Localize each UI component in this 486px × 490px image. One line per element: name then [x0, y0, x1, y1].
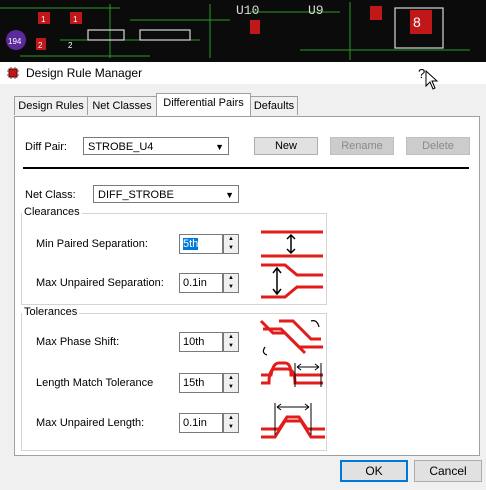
arrow-up-icon[interactable]: ▲ — [224, 274, 238, 283]
max-unpaired-length-input[interactable]: 0.1in — [179, 413, 223, 433]
diff-pair-select[interactable]: STROBE_U4 ▼ — [83, 137, 229, 155]
chevron-down-icon: ▼ — [215, 142, 224, 152]
length-match-tolerance-diagram-icon — [261, 361, 323, 387]
spinner-arrows[interactable]: ▲ ▼ — [223, 373, 239, 393]
max-unpaired-separation-diagram-icon — [261, 263, 323, 299]
pcb-pad-2a: 2 — [38, 41, 43, 50]
new-button[interactable]: New — [254, 137, 318, 155]
differential-pairs-panel: Diff Pair: STROBE_U4 ▼ New Rename Delete… — [14, 116, 480, 456]
min-paired-separation-spinner[interactable]: 5th ▲ ▼ — [179, 234, 241, 254]
tab-defaults[interactable]: Defaults — [250, 96, 298, 115]
max-unpaired-length-diagram-icon — [261, 403, 325, 439]
tolerances-title: Tolerances — [22, 306, 80, 318]
min-paired-separation-diagram-icon — [261, 230, 323, 258]
min-paired-separation-label: Min Paired Separation: — [36, 238, 148, 250]
arrow-down-icon[interactable]: ▼ — [224, 283, 238, 292]
window-title: Design Rule Manager — [26, 66, 143, 80]
clearances-title: Clearances — [22, 206, 82, 218]
diff-pair-label: Diff Pair: — [25, 141, 67, 153]
spinner-arrows[interactable]: ▲ ▼ — [223, 234, 239, 254]
max-unpaired-length-spinner[interactable]: 0.1in ▲ ▼ — [179, 413, 241, 433]
max-unpaired-separation-spinner[interactable]: 0.1in ▲ ▼ — [179, 273, 241, 293]
arrow-down-icon[interactable]: ▼ — [224, 342, 238, 351]
max-phase-shift-diagram-icon — [259, 319, 323, 356]
min-paired-separation-input[interactable]: 5th — [179, 234, 223, 254]
pcb-pad-1a: 1 — [41, 15, 46, 24]
tab-design-rules[interactable]: Design Rules — [14, 96, 88, 115]
tab-net-classes[interactable]: Net Classes — [87, 96, 157, 115]
arrow-down-icon[interactable]: ▼ — [224, 383, 238, 392]
net-class-label: Net Class: — [25, 189, 76, 201]
pcb-label-u10: U10 — [236, 3, 259, 18]
pcb-pad-1b: 1 — [73, 15, 78, 24]
title-bar[interactable]: Design Rule Manager ? — [0, 62, 486, 90]
pcb-label-8: 8 — [413, 14, 421, 30]
max-unpaired-length-label: Max Unpaired Length: — [36, 417, 145, 429]
length-match-tolerance-spinner[interactable]: 15th ▲ ▼ — [179, 373, 241, 393]
arrow-up-icon[interactable]: ▲ — [224, 235, 238, 244]
spinner-arrows[interactable]: ▲ ▼ — [223, 413, 239, 433]
spinner-arrows[interactable]: ▲ ▼ — [223, 332, 239, 352]
arrow-down-icon[interactable]: ▼ — [224, 423, 238, 432]
arrow-up-icon[interactable]: ▲ — [224, 374, 238, 383]
pcb-label-194: 194 — [8, 37, 22, 46]
length-match-tolerance-input[interactable]: 15th — [179, 373, 223, 393]
tab-differential-pairs[interactable]: Differential Pairs — [156, 93, 251, 116]
spinner-arrows[interactable]: ▲ ▼ — [223, 273, 239, 293]
arrow-up-icon[interactable]: ▲ — [224, 414, 238, 423]
arrow-up-icon[interactable]: ▲ — [224, 333, 238, 342]
max-phase-shift-spinner[interactable]: 10th ▲ ▼ — [179, 332, 241, 352]
design-rule-manager-dialog: Design Rule Manager ? Design Rules Net C… — [0, 62, 486, 490]
net-class-select[interactable]: DIFF_STROBE ▼ — [93, 185, 239, 203]
ok-button[interactable]: OK — [340, 460, 408, 482]
pcb-artwork: 194 U10 U9 8 1 2 1 2 — [0, 0, 486, 62]
max-unpaired-separation-input[interactable]: 0.1in — [179, 273, 223, 293]
pcb-background: 194 U10 U9 8 1 2 1 2 — [0, 0, 486, 62]
delete-button[interactable]: Delete — [406, 137, 470, 155]
rename-button[interactable]: Rename — [330, 137, 394, 155]
max-unpaired-separation-label: Max Unpaired Separation: — [36, 277, 164, 289]
arrow-down-icon[interactable]: ▼ — [224, 244, 238, 253]
chevron-down-icon: ▼ — [225, 190, 234, 200]
max-phase-shift-input[interactable]: 10th — [179, 332, 223, 352]
mouse-cursor-icon — [425, 70, 439, 90]
pcb-label-u9: U9 — [308, 3, 324, 18]
length-match-tolerance-label: Length Match Tolerance — [36, 377, 154, 389]
max-phase-shift-label: Max Phase Shift: — [36, 336, 120, 348]
separator-line — [23, 167, 469, 169]
cancel-button[interactable]: Cancel — [414, 460, 482, 482]
app-icon — [7, 67, 19, 79]
pcb-pad-2b: 2 — [68, 41, 73, 50]
